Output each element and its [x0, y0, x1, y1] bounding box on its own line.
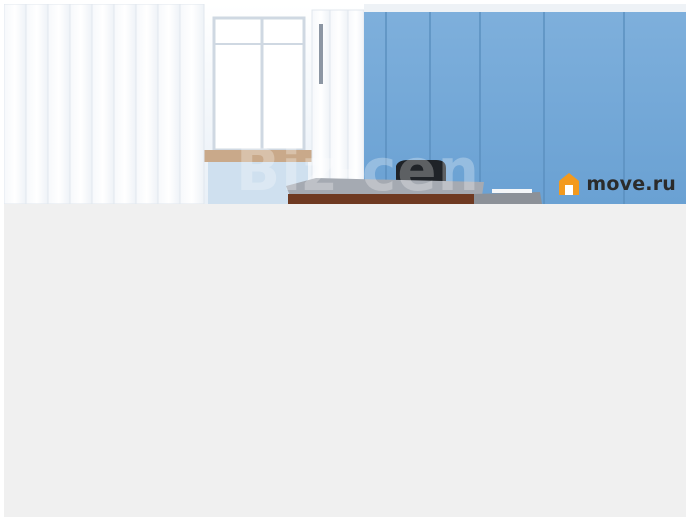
brand-logo: move.ru: [558, 172, 676, 196]
brand-name: move.ru: [586, 173, 676, 195]
house-icon: [559, 173, 580, 195]
content-placeholder: [4, 204, 686, 517]
listing-photo[interactable]: Biz-cen move.ru: [4, 4, 686, 204]
photo-watermark: Biz-cen: [236, 136, 480, 204]
listing-frame: Biz-cen move.ru: [4, 4, 686, 517]
